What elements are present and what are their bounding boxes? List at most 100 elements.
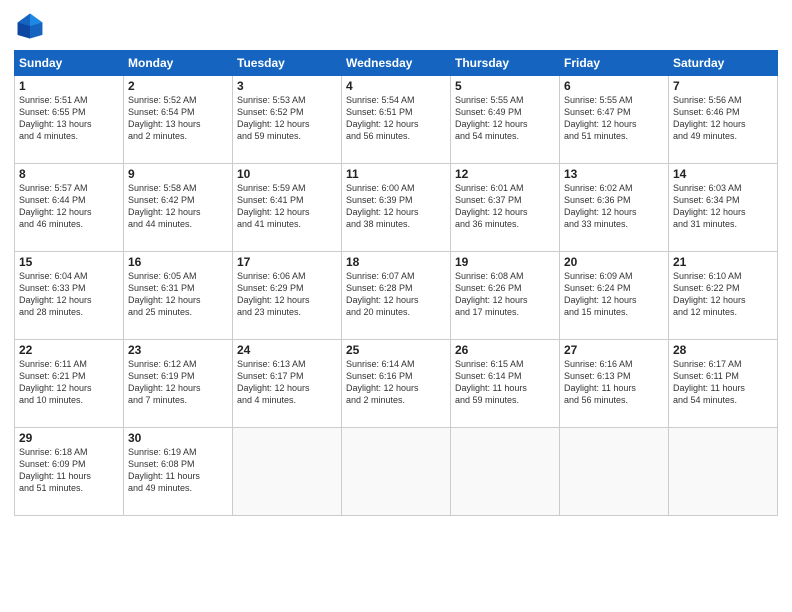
day-info: Sunrise: 6:15 AM Sunset: 6:14 PM Dayligh… [455,358,555,407]
header [14,10,778,42]
day-info: Sunrise: 5:59 AM Sunset: 6:41 PM Dayligh… [237,182,337,231]
day-number: 1 [19,79,119,93]
calendar-week-row: 29Sunrise: 6:18 AM Sunset: 6:09 PM Dayli… [15,428,778,516]
day-info: Sunrise: 6:08 AM Sunset: 6:26 PM Dayligh… [455,270,555,319]
day-number: 7 [673,79,773,93]
day-info: Sunrise: 6:00 AM Sunset: 6:39 PM Dayligh… [346,182,446,231]
logo-icon [14,10,46,42]
day-number: 13 [564,167,664,181]
day-number: 12 [455,167,555,181]
calendar-cell: 13Sunrise: 6:02 AM Sunset: 6:36 PM Dayli… [560,164,669,252]
day-info: Sunrise: 6:10 AM Sunset: 6:22 PM Dayligh… [673,270,773,319]
calendar-cell: 2Sunrise: 5:52 AM Sunset: 6:54 PM Daylig… [124,76,233,164]
day-info: Sunrise: 6:16 AM Sunset: 6:13 PM Dayligh… [564,358,664,407]
calendar-cell: 22Sunrise: 6:11 AM Sunset: 6:21 PM Dayli… [15,340,124,428]
day-number: 19 [455,255,555,269]
day-number: 18 [346,255,446,269]
day-number: 11 [346,167,446,181]
calendar-table: SundayMondayTuesdayWednesdayThursdayFrid… [14,50,778,516]
day-info: Sunrise: 6:02 AM Sunset: 6:36 PM Dayligh… [564,182,664,231]
calendar-cell: 4Sunrise: 5:54 AM Sunset: 6:51 PM Daylig… [342,76,451,164]
day-number: 27 [564,343,664,357]
calendar-week-row: 15Sunrise: 6:04 AM Sunset: 6:33 PM Dayli… [15,252,778,340]
day-header-saturday: Saturday [669,51,778,76]
day-number: 28 [673,343,773,357]
calendar-header-row: SundayMondayTuesdayWednesdayThursdayFrid… [15,51,778,76]
day-number: 4 [346,79,446,93]
day-info: Sunrise: 5:56 AM Sunset: 6:46 PM Dayligh… [673,94,773,143]
calendar-cell: 11Sunrise: 6:00 AM Sunset: 6:39 PM Dayli… [342,164,451,252]
day-info: Sunrise: 5:54 AM Sunset: 6:51 PM Dayligh… [346,94,446,143]
day-number: 9 [128,167,228,181]
day-number: 30 [128,431,228,445]
calendar-cell: 28Sunrise: 6:17 AM Sunset: 6:11 PM Dayli… [669,340,778,428]
day-header-monday: Monday [124,51,233,76]
day-info: Sunrise: 6:19 AM Sunset: 6:08 PM Dayligh… [128,446,228,495]
calendar-cell: 18Sunrise: 6:07 AM Sunset: 6:28 PM Dayli… [342,252,451,340]
day-info: Sunrise: 5:57 AM Sunset: 6:44 PM Dayligh… [19,182,119,231]
calendar-cell: 29Sunrise: 6:18 AM Sunset: 6:09 PM Dayli… [15,428,124,516]
day-number: 16 [128,255,228,269]
day-info: Sunrise: 6:12 AM Sunset: 6:19 PM Dayligh… [128,358,228,407]
day-header-tuesday: Tuesday [233,51,342,76]
day-info: Sunrise: 5:55 AM Sunset: 6:47 PM Dayligh… [564,94,664,143]
calendar-cell: 1Sunrise: 5:51 AM Sunset: 6:55 PM Daylig… [15,76,124,164]
calendar-cell [560,428,669,516]
calendar-cell: 30Sunrise: 6:19 AM Sunset: 6:08 PM Dayli… [124,428,233,516]
calendar-cell: 6Sunrise: 5:55 AM Sunset: 6:47 PM Daylig… [560,76,669,164]
day-info: Sunrise: 6:05 AM Sunset: 6:31 PM Dayligh… [128,270,228,319]
day-info: Sunrise: 6:01 AM Sunset: 6:37 PM Dayligh… [455,182,555,231]
calendar-cell: 15Sunrise: 6:04 AM Sunset: 6:33 PM Dayli… [15,252,124,340]
calendar-cell: 7Sunrise: 5:56 AM Sunset: 6:46 PM Daylig… [669,76,778,164]
day-number: 5 [455,79,555,93]
day-info: Sunrise: 6:11 AM Sunset: 6:21 PM Dayligh… [19,358,119,407]
day-info: Sunrise: 5:53 AM Sunset: 6:52 PM Dayligh… [237,94,337,143]
calendar-cell: 10Sunrise: 5:59 AM Sunset: 6:41 PM Dayli… [233,164,342,252]
day-info: Sunrise: 6:17 AM Sunset: 6:11 PM Dayligh… [673,358,773,407]
day-info: Sunrise: 6:09 AM Sunset: 6:24 PM Dayligh… [564,270,664,319]
day-header-sunday: Sunday [15,51,124,76]
day-info: Sunrise: 6:06 AM Sunset: 6:29 PM Dayligh… [237,270,337,319]
day-number: 6 [564,79,664,93]
day-number: 14 [673,167,773,181]
day-number: 10 [237,167,337,181]
day-number: 29 [19,431,119,445]
calendar-cell: 14Sunrise: 6:03 AM Sunset: 6:34 PM Dayli… [669,164,778,252]
calendar-cell: 25Sunrise: 6:14 AM Sunset: 6:16 PM Dayli… [342,340,451,428]
calendar-cell: 19Sunrise: 6:08 AM Sunset: 6:26 PM Dayli… [451,252,560,340]
calendar-week-row: 22Sunrise: 6:11 AM Sunset: 6:21 PM Dayli… [15,340,778,428]
calendar-cell: 5Sunrise: 5:55 AM Sunset: 6:49 PM Daylig… [451,76,560,164]
calendar-cell: 21Sunrise: 6:10 AM Sunset: 6:22 PM Dayli… [669,252,778,340]
day-info: Sunrise: 6:18 AM Sunset: 6:09 PM Dayligh… [19,446,119,495]
calendar-cell: 12Sunrise: 6:01 AM Sunset: 6:37 PM Dayli… [451,164,560,252]
logo [14,10,48,42]
calendar-body: 1Sunrise: 5:51 AM Sunset: 6:55 PM Daylig… [15,76,778,516]
day-number: 26 [455,343,555,357]
day-number: 3 [237,79,337,93]
day-header-friday: Friday [560,51,669,76]
calendar-cell [669,428,778,516]
calendar-page: SundayMondayTuesdayWednesdayThursdayFrid… [0,0,792,612]
calendar-week-row: 8Sunrise: 5:57 AM Sunset: 6:44 PM Daylig… [15,164,778,252]
day-info: Sunrise: 6:07 AM Sunset: 6:28 PM Dayligh… [346,270,446,319]
day-info: Sunrise: 6:14 AM Sunset: 6:16 PM Dayligh… [346,358,446,407]
calendar-cell: 20Sunrise: 6:09 AM Sunset: 6:24 PM Dayli… [560,252,669,340]
day-number: 15 [19,255,119,269]
calendar-cell: 26Sunrise: 6:15 AM Sunset: 6:14 PM Dayli… [451,340,560,428]
day-number: 2 [128,79,228,93]
calendar-cell: 23Sunrise: 6:12 AM Sunset: 6:19 PM Dayli… [124,340,233,428]
day-header-wednesday: Wednesday [342,51,451,76]
day-info: Sunrise: 5:58 AM Sunset: 6:42 PM Dayligh… [128,182,228,231]
calendar-cell: 9Sunrise: 5:58 AM Sunset: 6:42 PM Daylig… [124,164,233,252]
day-number: 22 [19,343,119,357]
day-number: 24 [237,343,337,357]
day-info: Sunrise: 5:52 AM Sunset: 6:54 PM Dayligh… [128,94,228,143]
calendar-week-row: 1Sunrise: 5:51 AM Sunset: 6:55 PM Daylig… [15,76,778,164]
day-number: 8 [19,167,119,181]
calendar-cell [451,428,560,516]
calendar-cell: 27Sunrise: 6:16 AM Sunset: 6:13 PM Dayli… [560,340,669,428]
day-info: Sunrise: 5:51 AM Sunset: 6:55 PM Dayligh… [19,94,119,143]
day-number: 25 [346,343,446,357]
day-number: 23 [128,343,228,357]
calendar-cell: 16Sunrise: 6:05 AM Sunset: 6:31 PM Dayli… [124,252,233,340]
